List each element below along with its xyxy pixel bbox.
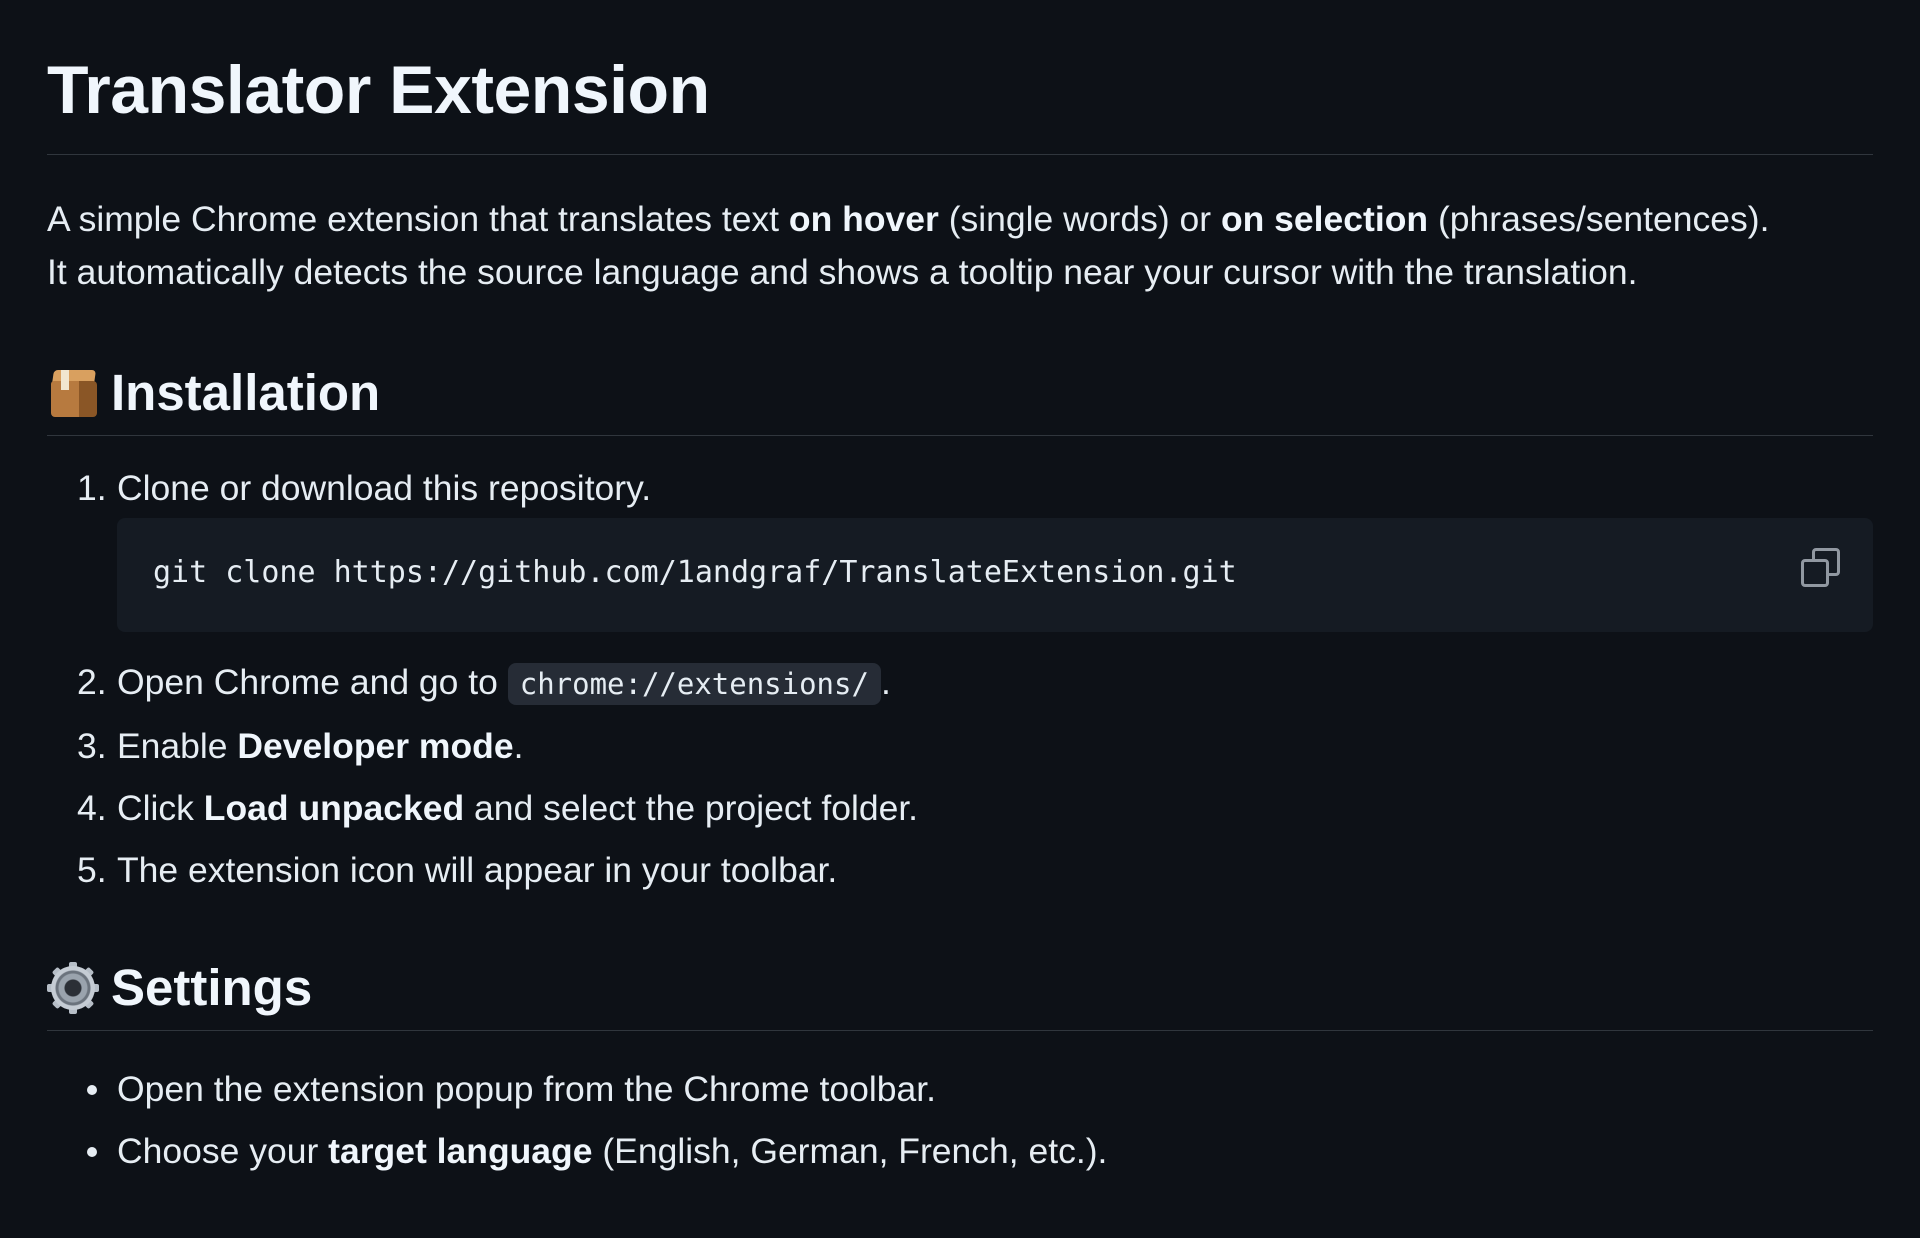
- list-item: 2. Open Chrome and go to chrome://extens…: [47, 660, 1873, 706]
- list-item: 1. Clone or download this repository.: [47, 466, 1873, 510]
- package-icon: [47, 367, 99, 419]
- bullet-icon: [87, 1085, 97, 1095]
- list-item: Choose your target language (English, Ge…: [47, 1129, 1873, 1173]
- gear-icon: [47, 962, 99, 1014]
- list-item: 4. Click Load unpacked and select the pr…: [47, 786, 1873, 830]
- intro-text: A simple Chrome extension that translate…: [47, 199, 789, 239]
- copy-icon[interactable]: [1801, 548, 1840, 587]
- step-number: 2.: [77, 662, 107, 702]
- settings-heading: Settings: [47, 946, 1873, 1031]
- bullet-icon: [87, 1147, 97, 1157]
- step-number: 4.: [77, 788, 107, 828]
- step-text: Clone or download this repository.: [117, 468, 652, 508]
- step-text: Enable: [117, 726, 238, 766]
- list-item: 3. Enable Developer mode.: [47, 724, 1873, 768]
- step-bold: Load unpacked: [203, 788, 465, 828]
- installation-steps-continued: 2. Open Chrome and go to chrome://extens…: [47, 660, 1873, 892]
- intro-bold-hover: on hover: [788, 199, 939, 239]
- step-text: Open Chrome and go to: [117, 662, 508, 702]
- intro-text: (single words) or: [938, 199, 1221, 239]
- list-item: 5. The extension icon will appear in you…: [47, 848, 1873, 892]
- step-text: and select the project folder.: [464, 788, 919, 828]
- intro-text: (phrases/sentences).: [1428, 199, 1770, 239]
- intro-bold-selection: on selection: [1220, 199, 1429, 239]
- code-block: git clone https://github.com/1andgraf/Tr…: [117, 518, 1873, 632]
- settings-heading-text: Settings: [111, 959, 313, 1016]
- step-text: .: [513, 726, 524, 766]
- bullet-bold: target language: [328, 1131, 593, 1171]
- step-number: 3.: [77, 726, 107, 766]
- bullet-text: (English, German, French, etc.).: [592, 1131, 1108, 1171]
- step-text: Click: [117, 788, 204, 828]
- step-number: 5.: [77, 850, 107, 890]
- step-number: 1.: [77, 468, 107, 508]
- readme-content: Translator Extension A simple Chrome ext…: [47, 0, 1873, 1191]
- installation-heading: Installation: [47, 351, 1873, 436]
- intro-text-line2: It automatically detects the source lang…: [47, 252, 1638, 292]
- step-text: .: [880, 662, 891, 702]
- bullet-text: Open the extension popup from the Chrome…: [117, 1069, 936, 1109]
- inline-code: chrome://extensions/: [507, 663, 881, 705]
- settings-list: Open the extension popup from the Chrome…: [47, 1067, 1873, 1173]
- installation-heading-text: Installation: [111, 364, 381, 421]
- bullet-text: Choose your: [117, 1131, 329, 1171]
- installation-steps: 1. Clone or download this repository.: [47, 466, 1873, 510]
- code-block-text[interactable]: git clone https://github.com/1andgraf/Tr…: [153, 553, 1237, 593]
- intro-paragraph: A simple Chrome extension that translate…: [47, 155, 1873, 299]
- step-bold: Developer mode: [237, 726, 514, 766]
- list-item: Open the extension popup from the Chrome…: [47, 1067, 1873, 1111]
- page-title: Translator Extension: [47, 0, 1873, 155]
- step-text: The extension icon will appear in your t…: [117, 850, 838, 890]
